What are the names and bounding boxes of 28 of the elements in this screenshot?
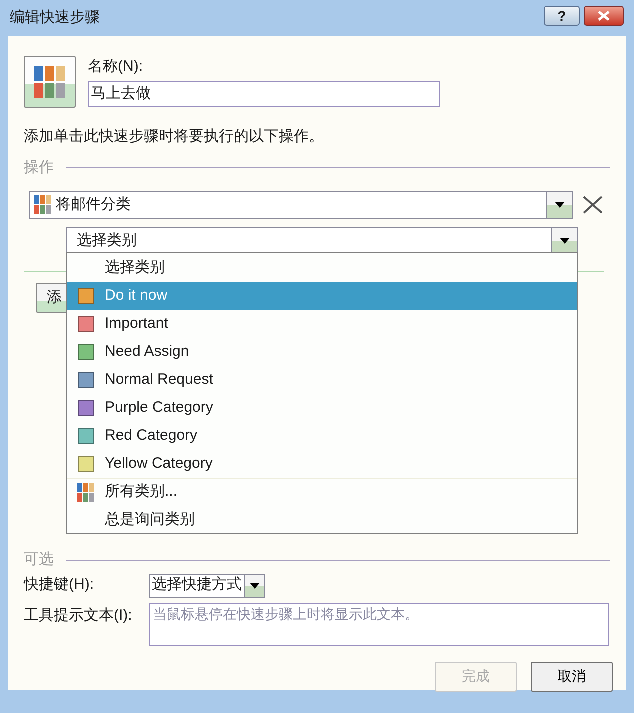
category-grid-icon [77, 482, 95, 502]
category-menu-item[interactable]: 所有类别... [67, 478, 577, 506]
name-label: 名称(N): [88, 57, 144, 77]
name-field[interactable]: 马上去做 [88, 80, 440, 106]
window-title: 编辑快速步骤 [10, 8, 100, 28]
dialog-button[interactable]: 取消 [531, 662, 613, 692]
section-heading: 可选 [24, 550, 54, 570]
close-button[interactable] [584, 6, 624, 26]
action-combo[interactable]: 将邮件分类 [29, 191, 573, 219]
close-icon [598, 11, 610, 21]
instruction-text: 添加单击此快速步骤时将要执行的以下操作。 [24, 127, 325, 147]
category-grid-icon [34, 195, 52, 215]
category-menu-item[interactable]: Need Assign [67, 338, 577, 366]
category-menu-item[interactable]: 选择类别 [67, 254, 577, 282]
quick-step-icon [24, 56, 76, 108]
category-menu-item[interactable]: Yellow Category [67, 450, 577, 478]
shortcut-label: 快捷键(H): [24, 575, 95, 596]
help-button[interactable]: ? [544, 6, 580, 26]
category-menu-item[interactable]: 总是询问类别 [67, 506, 577, 534]
category-menu-item[interactable]: Important [67, 310, 577, 338]
delete-icon[interactable] [583, 196, 603, 214]
category-menu-item[interactable]: Red Category [67, 422, 577, 450]
category-menu-item[interactable]: Purple Category [67, 394, 577, 422]
tooltip-field[interactable]: 当鼠标悬停在快速步骤上时将显示此文本。 [149, 602, 609, 646]
section-heading: 操作 [24, 158, 54, 178]
category-menu-item[interactable]: Normal Request [67, 366, 577, 394]
tooltip-label: 工具提示文本(I): [24, 606, 134, 626]
shortcut-combo[interactable]: 选择快捷方式 [149, 574, 265, 598]
